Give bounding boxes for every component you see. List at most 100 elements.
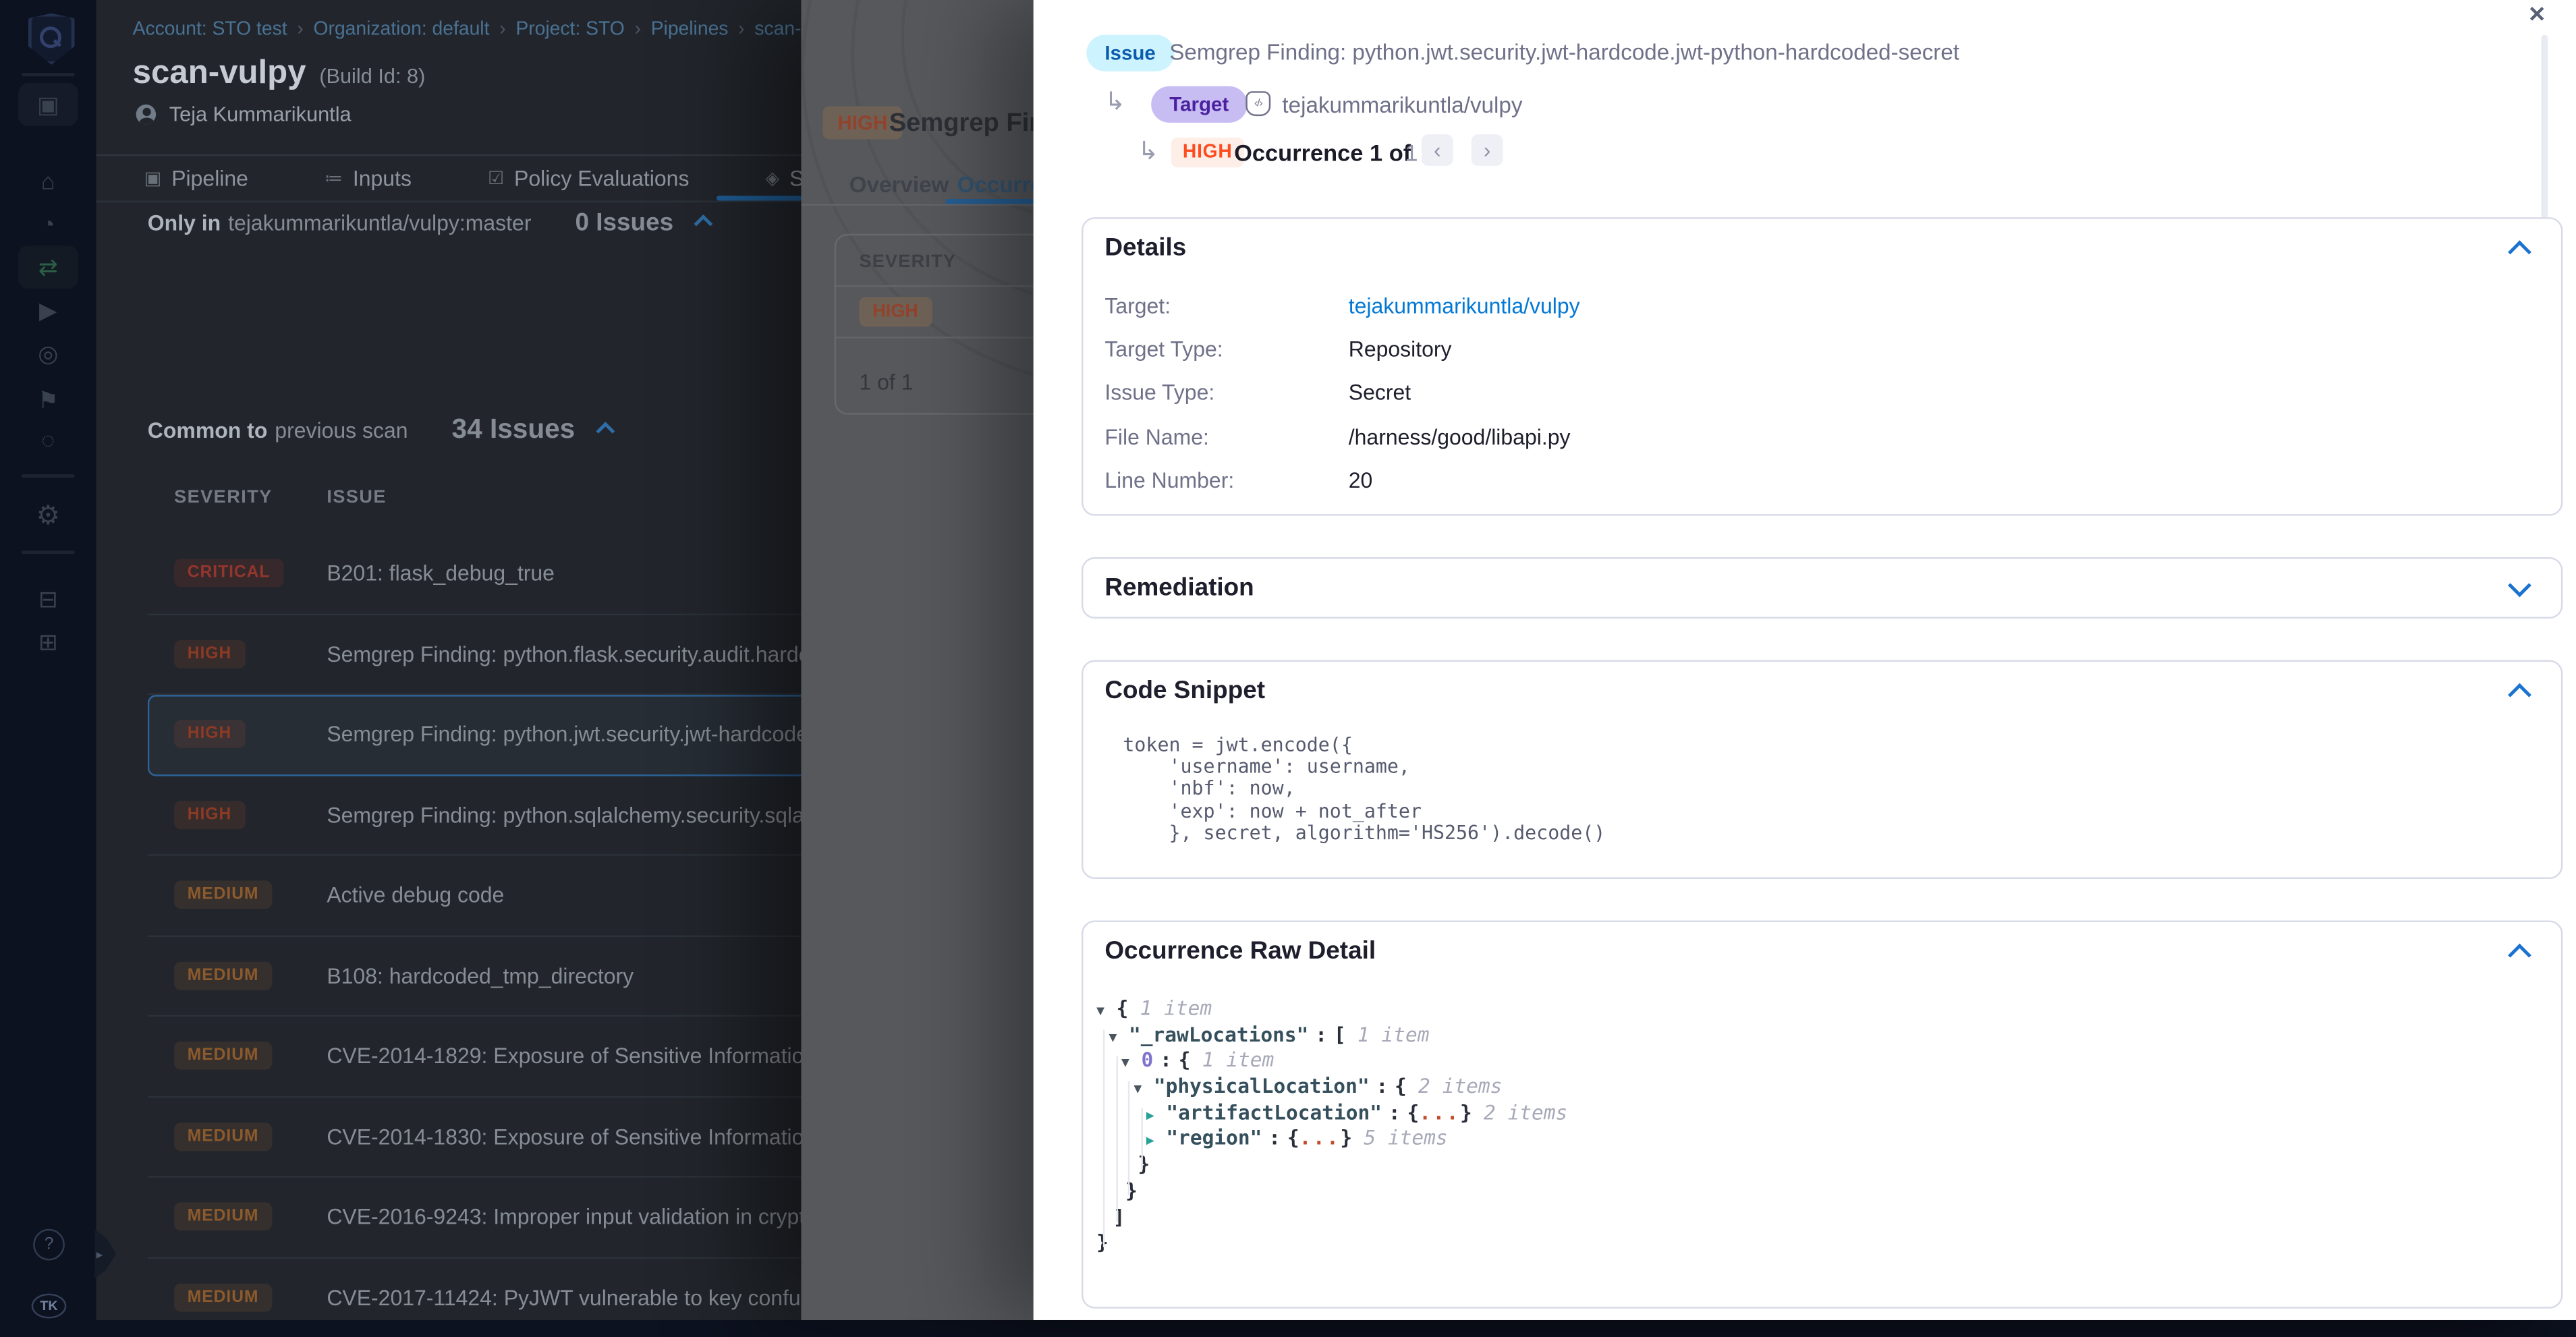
next-occurrence-button[interactable]: › bbox=[1472, 134, 1503, 166]
close-icon[interactable]: ✕ bbox=[2528, 1, 2546, 28]
policy-icon: ☑ bbox=[488, 167, 504, 189]
raw-detail-card: Occurrence Raw Detail ▼{1 item ▼"_rawLoc… bbox=[1082, 920, 2563, 1308]
tab-pipeline[interactable]: ▣Pipeline bbox=[144, 166, 248, 191]
json-line: ▼{1 item bbox=[1096, 997, 1567, 1023]
triangle-down-icon[interactable]: ▼ bbox=[1109, 1029, 1129, 1044]
baselines-icon: ◌ bbox=[41, 426, 55, 453]
tab-policy-evaluations[interactable]: ☑Policy Evaluations bbox=[488, 166, 689, 191]
detail-row: Target:tejakummarikuntla/vulpy bbox=[1104, 289, 1579, 322]
triangle-down-icon[interactable]: ▼ bbox=[1096, 1003, 1117, 1018]
inputs-icon: ≔ bbox=[325, 167, 343, 189]
severity-badge[interactable]: HIGH bbox=[860, 297, 932, 326]
sidebar-item-tickets[interactable]: ⚑ bbox=[18, 378, 78, 422]
sidebar-item-targets[interactable]: ◎ bbox=[18, 332, 78, 375]
nav-divider bbox=[22, 550, 75, 554]
sidebar-item-pipelines[interactable]: ⇄ bbox=[18, 246, 78, 289]
detail-row: Target Type:Repository bbox=[1104, 332, 1451, 365]
chevron-up-icon[interactable] bbox=[2508, 683, 2531, 707]
occurrence-label: Occurrence 1 of bbox=[1234, 140, 1411, 166]
issue-row[interactable]: HIGHSemgrep Finding: python.sqlalchemy.s… bbox=[148, 775, 811, 855]
tab-overview[interactable]: Overview bbox=[849, 173, 949, 198]
module-icon: ▣ bbox=[37, 90, 59, 119]
build-id: (Build Id: 8) bbox=[319, 65, 425, 88]
breadcrumb-project[interactable]: Project: STO bbox=[515, 20, 624, 40]
executions-icon: ▶ bbox=[39, 296, 57, 324]
chevron-down-icon[interactable] bbox=[2508, 573, 2531, 597]
sidebar-item-organization[interactable]: ⊞ bbox=[18, 620, 78, 663]
issue-row[interactable]: CRITICALB201: flask_debug_true bbox=[148, 534, 811, 615]
issue-row[interactable]: MEDIUMCVE-2017-11424: PyJWT vulnerable t… bbox=[148, 1258, 811, 1337]
tree-guide bbox=[1128, 1081, 1129, 1196]
issue-row[interactable]: MEDIUMCVE-2016-9243: Improper input vali… bbox=[148, 1178, 811, 1258]
user-icon bbox=[136, 105, 157, 125]
issues-table: SEVERITY ISSUE CRITICALB201: flask_debug… bbox=[148, 488, 811, 1337]
triangle-right-icon[interactable]: ▶ bbox=[1146, 1133, 1167, 1148]
chevron-up-icon[interactable] bbox=[2508, 944, 2531, 967]
chevron-left-icon: ‹ bbox=[1434, 138, 1441, 163]
target-link[interactable]: tejakummarikuntla/vulpy bbox=[1349, 293, 1580, 318]
remediation-heading[interactable]: Remediation bbox=[1104, 574, 1254, 602]
severity-badge: MEDIUM bbox=[174, 1203, 272, 1231]
severity-badge: MEDIUM bbox=[174, 1283, 272, 1311]
only-in-section-header[interactable]: Only in tejakummarikuntla/vulpy:master 0… bbox=[148, 209, 711, 239]
triangle-down-icon[interactable]: ▼ bbox=[1121, 1056, 1142, 1071]
json-line: } bbox=[1125, 1179, 1567, 1205]
code-snippet-card: Code Snippet token = jwt.encode({ 'usern… bbox=[1082, 660, 2563, 879]
issue-row[interactable]: MEDIUMB108: hardcoded_tmp_directory bbox=[148, 936, 811, 1017]
return-arrow-icon: ↳ bbox=[1138, 136, 1159, 166]
json-line: ▼"physicalLocation":{2 items bbox=[1133, 1075, 1567, 1101]
sidebar-item-resources[interactable]: ⊟ bbox=[18, 577, 78, 621]
chevron-right-icon: ▸ bbox=[96, 1247, 103, 1261]
severity-badge: HIGH bbox=[174, 801, 245, 829]
raw-detail-heading[interactable]: Occurrence Raw Detail bbox=[1104, 937, 1376, 965]
user-avatar[interactable]: TK bbox=[32, 1294, 67, 1319]
triangle-right-icon[interactable]: ▶ bbox=[1146, 1108, 1167, 1122]
issue-row-selected[interactable]: HIGHSemgrep Finding: python.jwt.security… bbox=[148, 695, 811, 775]
breadcrumb-pipelines[interactable]: Pipelines bbox=[651, 20, 729, 40]
common-section-header[interactable]: Common to previous scan 34 Issues bbox=[148, 415, 613, 447]
breadcrumb: Account: STO test›Organization: default›… bbox=[133, 20, 846, 40]
shield-icon: ◈ bbox=[766, 167, 780, 189]
nav-divider bbox=[22, 474, 75, 478]
occurrence-total: 1 bbox=[1405, 140, 1418, 166]
chevron-right-icon: › bbox=[1484, 138, 1491, 163]
severity-badge: HIGH bbox=[1171, 138, 1244, 167]
sidebar-item-overview[interactable]: ◔ bbox=[18, 202, 78, 246]
sto-logo-icon[interactable] bbox=[28, 13, 75, 65]
sidebar-item-module[interactable]: ▣ bbox=[18, 83, 78, 126]
tab-inputs[interactable]: ≔Inputs bbox=[325, 166, 412, 191]
sidebar-item-executions[interactable]: ▶ bbox=[18, 289, 78, 332]
tree-guide bbox=[1115, 1056, 1117, 1222]
targets-icon: ◎ bbox=[38, 339, 58, 368]
breadcrumb-account[interactable]: Account: STO test bbox=[133, 20, 287, 40]
collapse-icon[interactable] bbox=[596, 422, 615, 440]
json-line: ▶"region":{...}5 items bbox=[1146, 1127, 1567, 1153]
severity-badge: MEDIUM bbox=[174, 1042, 272, 1071]
breadcrumb-org[interactable]: Organization: default bbox=[314, 20, 490, 40]
sidebar-item-home[interactable]: ⌂ bbox=[18, 159, 78, 202]
issue-badge: Issue bbox=[1086, 35, 1174, 72]
code-block: token = jwt.encode({ 'username': usernam… bbox=[1123, 735, 1605, 844]
issue-row[interactable]: HIGHSemgrep Finding: python.flask.securi… bbox=[148, 615, 811, 695]
details-heading[interactable]: Details bbox=[1104, 234, 1186, 262]
sidebar-item-settings[interactable]: ⚙ bbox=[18, 494, 78, 538]
json-line: } bbox=[1096, 1231, 1567, 1257]
col-severity: SEVERITY bbox=[860, 252, 957, 273]
triangle-down-icon[interactable]: ▼ bbox=[1133, 1081, 1154, 1096]
sidebar-item-baselines[interactable]: ◌ bbox=[18, 418, 78, 461]
issue-row[interactable]: MEDIUMActive debug code bbox=[148, 856, 811, 936]
code-snippet-heading[interactable]: Code Snippet bbox=[1104, 677, 1265, 705]
sidebar-expand-handle[interactable]: ▸ bbox=[94, 1229, 116, 1279]
severity-badge: CRITICAL bbox=[174, 559, 283, 588]
issue-row[interactable]: MEDIUMCVE-2014-1830: Exposure of Sensiti… bbox=[148, 1097, 811, 1177]
collapse-icon[interactable] bbox=[695, 215, 714, 233]
severity-badge: MEDIUM bbox=[174, 881, 272, 909]
left-nav-rail: ▣ ⌂ ◔ ⇄ ▶ ◎ ⚑ ◌ ⚙ ⊟ ⊞ ? TK bbox=[0, 0, 96, 1320]
issue-title: Semgrep Finding: python.jwt.security.jwt… bbox=[1169, 40, 1959, 65]
json-line: ] bbox=[1113, 1205, 1568, 1231]
prev-occurrence-button[interactable]: ‹ bbox=[1422, 134, 1453, 166]
help-icon[interactable]: ? bbox=[33, 1229, 65, 1261]
target-name: tejakummarikuntla/vulpy bbox=[1282, 93, 1522, 118]
issue-row[interactable]: MEDIUMCVE-2014-1829: Exposure of Sensiti… bbox=[148, 1017, 811, 1097]
chevron-up-icon[interactable] bbox=[2508, 240, 2531, 264]
